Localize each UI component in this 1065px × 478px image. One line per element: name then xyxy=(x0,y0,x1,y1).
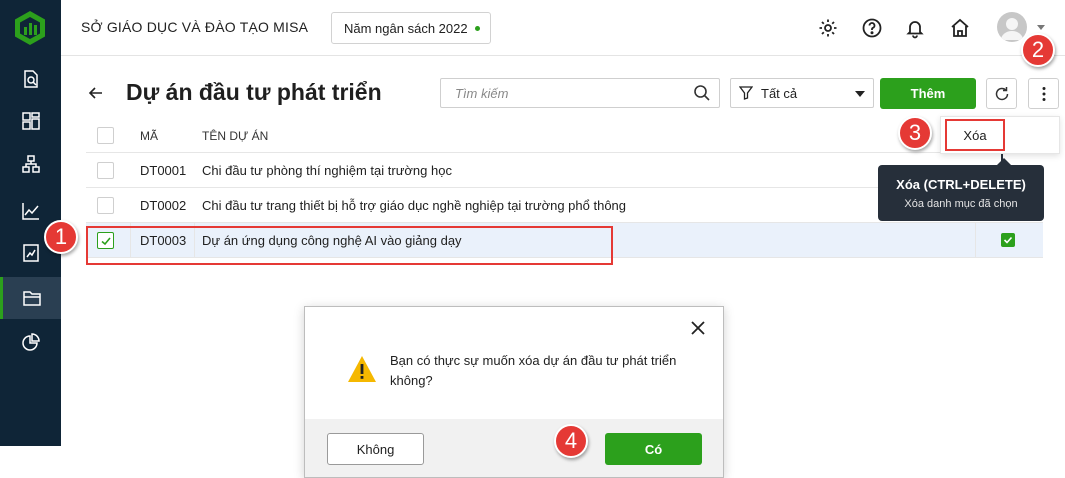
refresh-icon xyxy=(995,86,1008,100)
app-logo-icon[interactable] xyxy=(11,9,49,47)
tooltip-description: Xóa danh mục đã chọn xyxy=(904,198,1018,210)
selection-highlight xyxy=(86,226,613,265)
column-divider xyxy=(975,223,976,258)
bell-icon[interactable] xyxy=(904,17,926,39)
budget-year-label: Năm ngân sách 2022 xyxy=(344,20,468,36)
avatar[interactable] xyxy=(997,12,1027,42)
sidebar-item-dashboard[interactable] xyxy=(0,100,61,142)
confirm-delete-dialog: Bạn có thực sự muốn xóa dự án đầu tư phá… xyxy=(304,306,724,478)
status-dot-icon xyxy=(474,25,480,31)
more-vertical-icon xyxy=(1042,86,1045,101)
org-name: SỞ GIÁO DỤC VÀ ĐÀO TẠO MISA xyxy=(81,19,309,35)
more-options-button[interactable] xyxy=(1028,78,1059,109)
tooltip-title: Xóa (CTRL+DELETE) xyxy=(896,177,1026,192)
row-code: DT0001 xyxy=(140,163,187,178)
sidebar-item-org[interactable] xyxy=(0,143,61,185)
more-options-menu: Xóa xyxy=(940,116,1060,154)
delete-menu-item[interactable]: Xóa xyxy=(945,119,1005,151)
search-icon[interactable] xyxy=(693,84,711,102)
row-code: DT0002 xyxy=(140,198,187,213)
row-name: Chi đầu tư trang thiết bị hỗ trợ giáo dụ… xyxy=(202,198,627,213)
sidebar-item-search[interactable] xyxy=(0,58,61,100)
top-header: SỞ GIÁO DỤC VÀ ĐÀO TẠO MISA Năm ngân sác… xyxy=(61,0,1065,56)
report-icon xyxy=(22,244,39,262)
cancel-button[interactable]: Không xyxy=(327,433,424,465)
select-all-checkbox[interactable] xyxy=(97,127,114,144)
refresh-button[interactable] xyxy=(986,78,1017,109)
sidebar-item-analytics[interactable] xyxy=(0,322,61,364)
filter-dropdown[interactable]: Tất cả xyxy=(730,78,874,108)
filter-icon xyxy=(739,86,753,100)
dashboard-icon xyxy=(21,112,40,130)
add-button[interactable]: Thêm xyxy=(880,78,976,109)
close-icon[interactable] xyxy=(689,319,707,337)
search-box xyxy=(440,78,720,108)
row-name: Chi đầu tư phòng thí nghiệm tại trường h… xyxy=(202,163,452,178)
budget-year-selector[interactable]: Năm ngân sách 2022 xyxy=(331,12,491,44)
confirm-button[interactable]: Có xyxy=(605,433,702,465)
chevron-down-icon[interactable] xyxy=(1037,25,1045,30)
search-input[interactable] xyxy=(455,79,695,107)
folder-icon xyxy=(23,291,41,306)
row-checkbox[interactable] xyxy=(97,162,114,179)
warning-icon xyxy=(348,356,376,382)
search-document-icon xyxy=(23,70,38,88)
callout-step-3: 3 xyxy=(898,116,932,150)
page-title: Dự án đầu tư phát triển xyxy=(126,79,382,105)
delete-tooltip: Xóa (CTRL+DELETE) Xóa danh mục đã chọn xyxy=(878,158,1044,221)
active-status-check-icon xyxy=(1001,233,1015,247)
callout-step-2: 2 xyxy=(1021,33,1055,67)
pie-chart-icon xyxy=(21,333,40,351)
callout-step-4: 4 xyxy=(554,424,588,458)
sidebar-item-categories[interactable] xyxy=(0,277,61,319)
callout-step-1: 1 xyxy=(44,220,78,254)
help-icon[interactable] xyxy=(861,17,883,39)
dialog-message: Bạn có thực sự muốn xóa dự án đầu tư phá… xyxy=(390,353,677,388)
back-arrow-icon[interactable] xyxy=(86,83,106,103)
user-icon xyxy=(1001,18,1023,40)
caret-down-icon xyxy=(855,91,865,97)
home-icon[interactable] xyxy=(949,17,971,39)
gear-icon[interactable] xyxy=(817,17,839,39)
row-checkbox[interactable] xyxy=(97,197,114,214)
dialog-footer: Không Có xyxy=(305,419,723,477)
line-chart-icon xyxy=(21,203,39,220)
org-chart-icon xyxy=(21,155,40,173)
column-header-code[interactable]: MÃ xyxy=(140,118,158,153)
filter-value: Tất cả xyxy=(761,85,798,101)
column-header-name[interactable]: TÊN DỰ ÁN xyxy=(202,118,268,153)
